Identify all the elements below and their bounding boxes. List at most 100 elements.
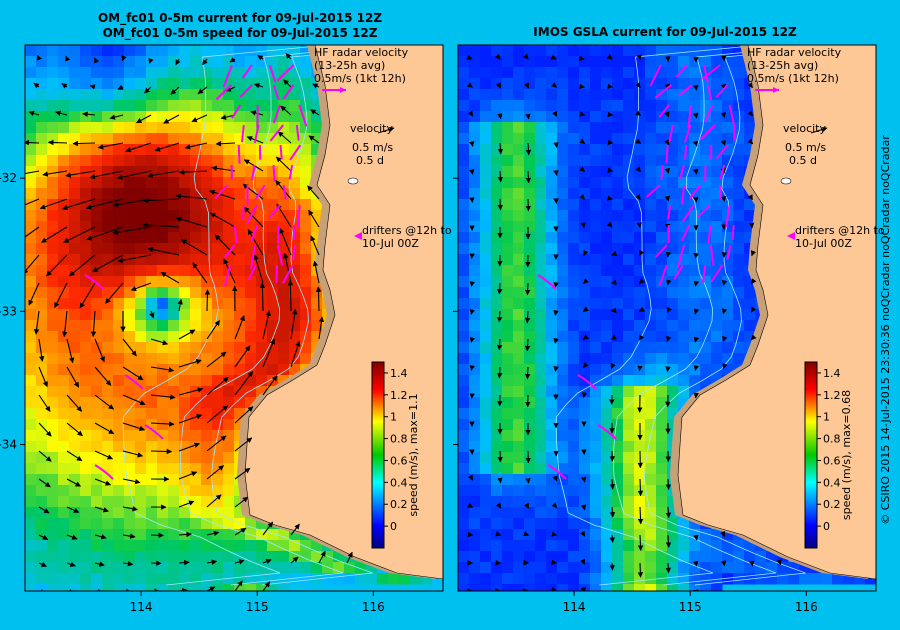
speed-cell: [102, 507, 114, 519]
speed-cell: [623, 419, 635, 431]
speed-cell: [601, 177, 613, 189]
speed-cell: [168, 210, 180, 222]
speed-cell: [190, 67, 202, 79]
speed-cell: [678, 309, 690, 321]
speed-cell: [557, 540, 569, 552]
speed-cell: [469, 309, 481, 321]
speed-cell: [201, 584, 213, 591]
speed-cell: [612, 122, 624, 134]
speed-cell: [146, 221, 158, 233]
speed-cell: [700, 144, 712, 156]
speed-cell: [568, 364, 580, 376]
speed-cell: [47, 551, 59, 563]
speed-cell: [91, 67, 103, 79]
speed-cell: [491, 45, 503, 57]
velocity-arrow: [469, 168, 475, 175]
velocity-arrow: [693, 280, 700, 287]
speed-cell: [179, 507, 191, 519]
speed-cell: [513, 452, 525, 464]
speed-cell: [557, 177, 569, 189]
speed-cell: [535, 166, 547, 178]
speed-cell: [491, 122, 503, 134]
speed-cell: [612, 287, 624, 299]
velocity-arrow: [720, 167, 726, 174]
velocity-arrow: [523, 502, 530, 509]
speed-cell: [579, 155, 591, 167]
speed-cell: [168, 100, 180, 112]
speed-cell: [469, 320, 481, 332]
speed-cell: [546, 210, 558, 222]
speed-cell: [36, 199, 48, 211]
speed-cell: [579, 56, 591, 68]
speed-cell: [190, 210, 202, 222]
speed-cell: [146, 144, 158, 156]
speed-cell: [513, 342, 525, 354]
speed-cell: [80, 78, 92, 90]
speed-cell: [524, 441, 536, 453]
speed-cell: [212, 78, 224, 90]
speed-cell: [80, 408, 92, 420]
speed-cell: [80, 474, 92, 486]
speed-cell: [623, 584, 635, 591]
speed-cell: [91, 485, 103, 497]
speed-cell: [190, 331, 202, 343]
speed-cell: [168, 45, 180, 57]
speed-cell: [667, 320, 679, 332]
speed-cell: [502, 166, 514, 178]
speed-cell: [223, 364, 235, 376]
speed-cell: [634, 287, 646, 299]
speed-cell: [25, 540, 37, 552]
speed-cell: [234, 166, 246, 178]
speed-cell: [557, 144, 569, 156]
speed-cell: [179, 133, 191, 145]
speed-cell: [491, 331, 503, 343]
speed-cell: [502, 177, 514, 189]
speed-cell: [557, 67, 569, 79]
speed-cell: [623, 221, 635, 233]
speed-cell: [212, 265, 224, 277]
speed-cell: [722, 177, 734, 189]
speed-cell: [502, 287, 514, 299]
velocity-arrow: [665, 562, 672, 574]
speed-cell: [480, 133, 492, 145]
speed-cell: [502, 485, 514, 497]
speed-cell: [546, 485, 558, 497]
speed-cell: [300, 188, 312, 200]
speed-cell: [513, 122, 525, 134]
speed-cell: [601, 584, 613, 591]
speed-cell: [491, 287, 503, 299]
speed-cell: [689, 78, 701, 90]
speed-cell: [300, 320, 312, 332]
speed-cell: [733, 89, 745, 101]
speed-cell: [91, 210, 103, 222]
speed-cell: [656, 463, 668, 475]
speed-cell: [135, 331, 147, 343]
speed-cell: [469, 177, 481, 189]
speed-cell: [590, 100, 602, 112]
speed-cell: [179, 518, 191, 530]
speed-cell: [557, 210, 569, 222]
speed-cell: [535, 375, 547, 387]
speed-cell: [667, 155, 679, 167]
velocity-arrow: [747, 138, 754, 145]
speed-cell: [590, 166, 602, 178]
speed-cell: [546, 430, 558, 442]
speed-cell: [36, 441, 48, 453]
speed-cell: [667, 188, 679, 200]
speed-cell: [634, 100, 646, 112]
speed-cell: [47, 122, 59, 134]
speed-cell: [212, 386, 224, 398]
speed-cell: [645, 287, 657, 299]
speed-cell: [568, 375, 580, 387]
speed-cell: [579, 133, 591, 145]
speed-cell: [645, 331, 657, 343]
speed-cell: [491, 67, 503, 79]
title-left-line2: OM_fc01 0-5m speed for 09-Jul-2015 12Z: [103, 26, 378, 41]
speed-cell: [135, 353, 147, 365]
speed-cell: [267, 188, 279, 200]
speed-cell: [135, 408, 147, 420]
speed-cell: [234, 287, 246, 299]
speed-cell: [458, 45, 470, 57]
speed-cell: [102, 540, 114, 552]
speed-cell: [91, 221, 103, 233]
